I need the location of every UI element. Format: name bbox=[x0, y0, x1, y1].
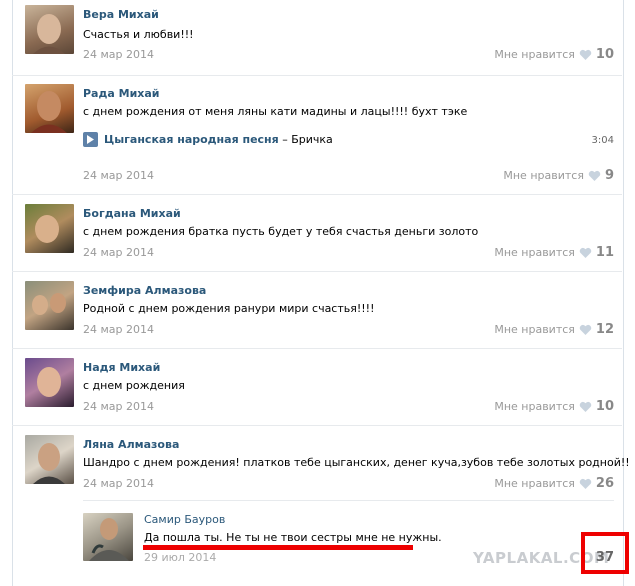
like-button[interactable]: Мне нравится 12 bbox=[494, 322, 614, 337]
red-underline bbox=[143, 545, 413, 550]
like-label: Мне нравится bbox=[494, 323, 575, 336]
comment-text: Счастья и любви!!! bbox=[83, 28, 194, 41]
like-count: 10 bbox=[595, 399, 614, 414]
author-name[interactable]: Вера Михай bbox=[83, 8, 159, 21]
like-count: 10 bbox=[595, 47, 614, 62]
comment-item: Ляна Алмазова Шандро с днем рождения! пл… bbox=[12, 426, 630, 586]
like-button[interactable]: Мне нравится 9 bbox=[503, 168, 614, 183]
like-button[interactable]: Мне нравится 11 bbox=[494, 245, 614, 260]
author-name[interactable]: Надя Михай bbox=[83, 361, 160, 374]
heart-icon bbox=[579, 49, 592, 60]
reply-item: Самир Бауров Да пошла ты. Не ты не твои … bbox=[12, 501, 622, 586]
like-label: Мне нравится bbox=[494, 400, 575, 413]
like-count: 11 bbox=[595, 245, 614, 260]
heart-icon bbox=[579, 247, 592, 258]
audio-attachment[interactable]: Цыганская народная песня – Бричка bbox=[83, 132, 333, 147]
red-highlight-box bbox=[581, 532, 629, 574]
heart-icon bbox=[579, 324, 592, 335]
comment-date[interactable]: 24 мар 2014 bbox=[83, 48, 154, 61]
comment-item: Богдана Михай с днем рождения братка пус… bbox=[12, 195, 622, 272]
comment-text: Шандро с днем рождения! платков тебе цыг… bbox=[83, 456, 630, 469]
comment-item: Вера Михай Счастья и любви!!! 24 мар 201… bbox=[12, 0, 622, 76]
comment-item: Земфира Алмазова Родной с днем рождения … bbox=[12, 272, 622, 349]
audio-title: Бричка bbox=[291, 133, 333, 146]
comment-date[interactable]: 24 мар 2014 bbox=[83, 246, 154, 259]
like-label: Мне нравится bbox=[503, 169, 584, 182]
comment-text: с днем рождения от меня ляны кати мадины… bbox=[83, 105, 468, 118]
comment-date[interactable]: 24 мар 2014 bbox=[83, 169, 154, 182]
avatar[interactable] bbox=[25, 84, 74, 133]
avatar[interactable] bbox=[25, 358, 74, 407]
play-icon[interactable] bbox=[83, 132, 98, 147]
heart-icon bbox=[588, 170, 601, 181]
audio-dash: – bbox=[282, 133, 288, 146]
audio-artist[interactable]: Цыганская народная песня bbox=[104, 133, 279, 146]
like-button[interactable]: Мне нравится 26 bbox=[494, 476, 614, 491]
comment-text: Родной с днем рождения ранури мири счаст… bbox=[83, 302, 375, 315]
author-name[interactable]: Земфира Алмазова bbox=[83, 284, 206, 297]
heart-icon bbox=[579, 478, 592, 489]
author-name[interactable]: Рада Михай bbox=[83, 87, 160, 100]
avatar[interactable] bbox=[25, 204, 74, 253]
comment-text: с днем рождения bbox=[83, 379, 185, 392]
comment-item: Рада Михай с днем рождения от меня ляны … bbox=[12, 76, 622, 195]
audio-duration: 3:04 bbox=[591, 135, 614, 146]
like-button[interactable]: Мне нравится 10 bbox=[494, 47, 614, 62]
comment-date[interactable]: 24 мар 2014 bbox=[83, 477, 154, 490]
like-label: Мне нравится bbox=[494, 477, 575, 490]
like-count: 12 bbox=[595, 322, 614, 337]
comment-date[interactable]: 24 мар 2014 bbox=[83, 323, 154, 336]
avatar[interactable] bbox=[25, 435, 74, 484]
reply-avatar[interactable] bbox=[83, 513, 133, 561]
like-label: Мне нравится bbox=[494, 48, 575, 61]
heart-icon bbox=[579, 401, 592, 412]
comment-item: Надя Михай с днем рождения 24 мар 2014 М… bbox=[12, 349, 622, 426]
author-name[interactable]: Ляна Алмазова bbox=[83, 438, 179, 451]
avatar[interactable] bbox=[25, 5, 74, 54]
reply-author-name[interactable]: Самир Бауров bbox=[144, 513, 225, 526]
avatar[interactable] bbox=[25, 281, 74, 330]
comment-date[interactable]: 24 мар 2014 bbox=[83, 400, 154, 413]
like-count: 9 bbox=[604, 168, 614, 183]
like-button[interactable]: Мне нравится 10 bbox=[494, 399, 614, 414]
reply-date[interactable]: 29 июл 2014 bbox=[144, 551, 216, 564]
comment-text: с днем рождения братка пусть будет у теб… bbox=[83, 225, 479, 238]
like-count: 26 bbox=[595, 476, 614, 491]
reply-text: Да пошла ты. Не ты не твои сестры мне не… bbox=[144, 531, 442, 544]
like-label: Мне нравится bbox=[494, 246, 575, 259]
author-name[interactable]: Богдана Михай bbox=[83, 207, 181, 220]
